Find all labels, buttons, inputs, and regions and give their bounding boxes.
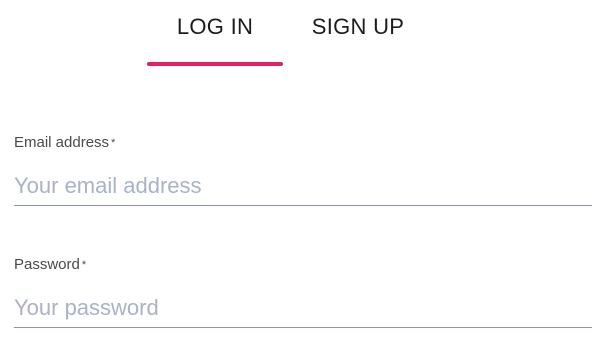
tab-log-in[interactable]: LOG IN [147,6,283,48]
tab-sign-up[interactable]: SIGN UP [300,6,416,48]
active-tab-indicator [147,62,283,66]
email-input[interactable] [14,166,592,206]
email-field-group: Email address * [14,132,592,206]
password-required-mark: * [81,259,87,271]
password-label: Password * [14,254,592,276]
password-input[interactable] [14,288,592,328]
email-label: Email address * [14,132,592,154]
password-field-group: Password * [14,254,592,328]
email-required-mark: * [111,137,116,149]
password-label-text: Password [14,256,80,273]
auth-tabs: LOG IN SIGN UP [0,6,592,70]
auth-page: LOG IN SIGN UP Email address* Password* [0,0,592,359]
email-label-text: Email address [14,134,110,151]
